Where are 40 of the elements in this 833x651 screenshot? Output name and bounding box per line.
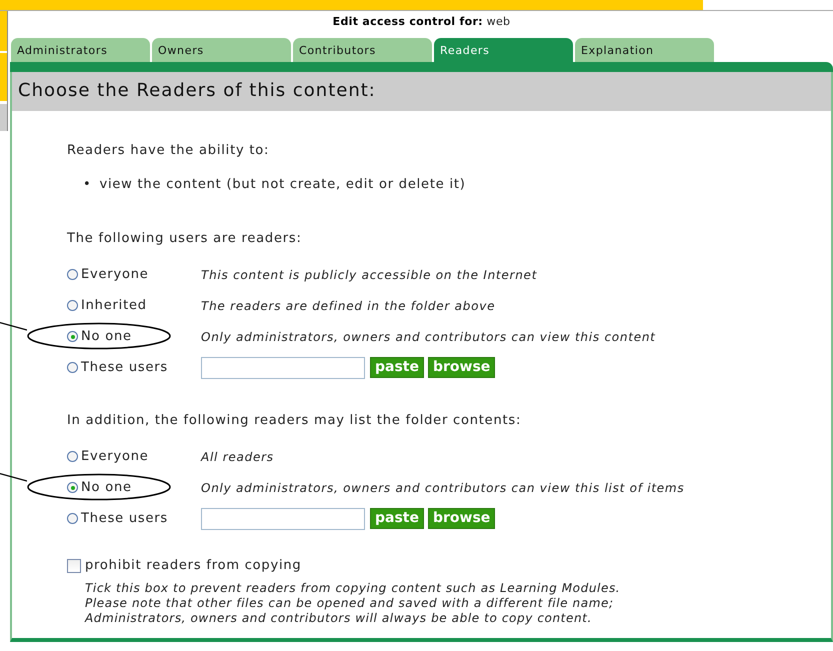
radio-button[interactable] [67, 513, 78, 524]
option-description: Only administrators, owners and contributors can view this list of items [201, 480, 684, 494]
action-button[interactable]: browse [428, 357, 496, 378]
option-label: No one [81, 329, 132, 344]
option-label: These users [81, 360, 168, 375]
option-description: The readers are defined in the folder above [201, 298, 496, 312]
option-label: Everyone [81, 449, 149, 464]
ability-item: view the content (but not create, edit or delete it) [99, 177, 466, 193]
option-description: This content is publicly accessible on the Internet [201, 268, 538, 282]
radio-button[interactable] [67, 331, 78, 342]
users-field[interactable] [201, 356, 365, 378]
radio-button[interactable] [67, 362, 78, 373]
checkbox[interactable] [67, 558, 81, 572]
option-description: Only administrators, owners and contributors can view this content [201, 330, 656, 344]
tab[interactable]: Explanation [575, 38, 714, 62]
checkbox-label: prohibit readers from copying [85, 558, 302, 573]
tab[interactable]: Contributors [293, 38, 432, 62]
action-button[interactable]: paste [370, 357, 424, 378]
group-prompt: The following users are readers: [67, 231, 303, 247]
tab[interactable]: Readers [434, 38, 573, 62]
section-heading: Choose the Readers of this content: [12, 72, 831, 111]
option-label: These users [81, 511, 168, 526]
radio-button[interactable] [67, 451, 78, 462]
tab[interactable]: Owners [152, 38, 291, 62]
radio-button[interactable] [67, 300, 78, 311]
users-field[interactable] [201, 508, 365, 530]
tab[interactable]: Administrators [11, 38, 150, 62]
action-button[interactable]: browse [428, 508, 496, 529]
option-label: Inherited [81, 298, 147, 313]
bullet: • [83, 177, 92, 193]
radio-button[interactable] [67, 482, 78, 493]
radio-button[interactable] [67, 269, 78, 280]
group-prompt: In addition, the following readers may list the folder contents: [67, 413, 522, 429]
window-title: Edit access control for: web [332, 14, 512, 30]
help-text: Tick this box to prevent readers from copying content such as Learning Modules. Please note that other files can be opened and saved with a different file name; Administrators, owners and contributors will always be able to copy content. [84, 581, 622, 626]
intro-text: Readers have the ability to: [67, 143, 270, 159]
option-label: No one [81, 480, 132, 495]
option-description: All readers [201, 450, 274, 464]
action-button[interactable]: paste [370, 508, 424, 529]
option-label: Everyone [81, 267, 149, 282]
